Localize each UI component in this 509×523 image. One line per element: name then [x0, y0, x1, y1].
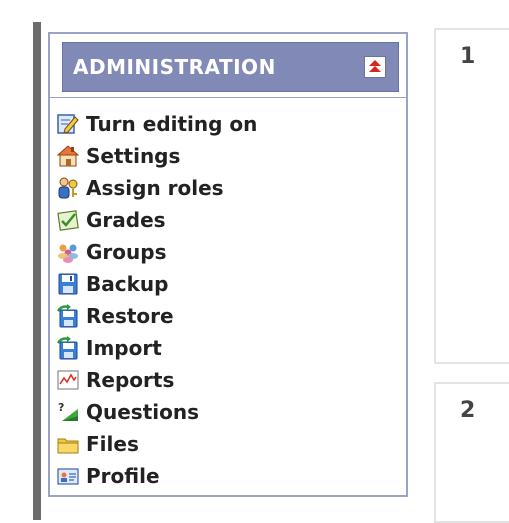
menu-item-assign-roles[interactable]: Assign roles [56, 172, 257, 204]
import-icon [56, 336, 80, 360]
section-number: 2 [460, 398, 476, 423]
menu-item-import[interactable]: Import [56, 332, 257, 364]
administration-menu: Turn editing on Settings Assign roles Gr… [56, 108, 257, 492]
header-divider [50, 97, 406, 98]
menu-item-label: Restore [86, 304, 174, 328]
menu-item-restore[interactable]: Restore [56, 300, 257, 332]
menu-item-label: Turn editing on [86, 112, 258, 136]
course-section-2: 2 [434, 382, 509, 523]
administration-block: ADMINISTRATION Turn editing on Settings … [48, 32, 408, 497]
restore-icon [56, 304, 80, 328]
menu-item-label: Assign roles [86, 176, 224, 200]
groups-icon [56, 240, 80, 264]
edit-icon [56, 112, 80, 136]
menu-item-label: Backup [86, 272, 169, 296]
administration-header: ADMINISTRATION [62, 42, 399, 92]
menu-item-profile[interactable]: Profile [56, 460, 257, 492]
menu-item-label: Questions [86, 400, 200, 424]
menu-item-questions[interactable]: ? Questions [56, 396, 257, 428]
menu-item-backup[interactable]: Backup [56, 268, 257, 300]
menu-item-label: Settings [86, 144, 181, 168]
menu-item-turn-editing-on[interactable]: Turn editing on [56, 108, 257, 140]
questions-icon: ? [56, 400, 80, 424]
double-chevron-up-icon [369, 60, 381, 72]
menu-item-label: Import [86, 336, 162, 360]
reports-icon [56, 368, 80, 392]
page: ADMINISTRATION Turn editing on Settings … [0, 0, 509, 523]
menu-item-label: Groups [86, 240, 167, 264]
administration-title: ADMINISTRATION [73, 55, 276, 79]
menu-item-label: Files [86, 432, 139, 456]
grades-icon [56, 208, 80, 232]
backup-icon [56, 272, 80, 296]
menu-item-label: Profile [86, 464, 160, 488]
menu-item-grades[interactable]: Grades [56, 204, 257, 236]
course-section-1: 1 [434, 28, 509, 364]
assign-roles-icon [56, 176, 80, 200]
menu-item-groups[interactable]: Groups [56, 236, 257, 268]
folder-icon [56, 432, 80, 456]
menu-item-settings[interactable]: Settings [56, 140, 257, 172]
collapse-button[interactable] [364, 56, 386, 78]
menu-item-reports[interactable]: Reports [56, 364, 257, 396]
menu-item-files[interactable]: Files [56, 428, 257, 460]
left-bar [33, 22, 41, 520]
section-number: 1 [460, 44, 476, 69]
menu-item-label: Grades [86, 208, 166, 232]
menu-item-label: Reports [86, 368, 175, 392]
profile-icon [56, 464, 80, 488]
svg-text:?: ? [58, 401, 64, 414]
settings-icon [56, 144, 80, 168]
